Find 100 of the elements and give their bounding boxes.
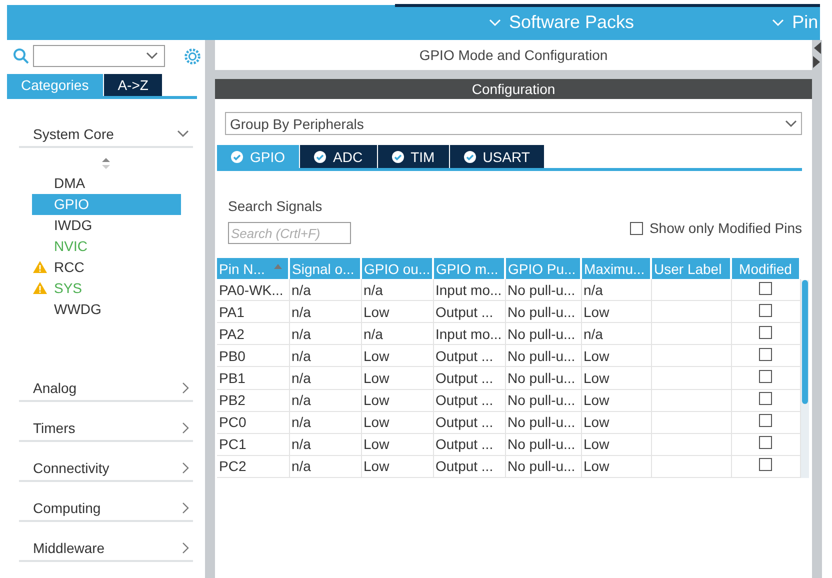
panel-title: GPIO Mode and Configuration [418, 46, 609, 65]
warning-icon [33, 261, 47, 273]
chevron-right-icon [182, 462, 189, 474]
peripheral-tab[interactable]: USART [450, 145, 544, 168]
table-cell: n/a [289, 344, 361, 367]
group-dropdown[interactable]: Group By Peripherals [225, 112, 802, 135]
category-header[interactable]: Analog [19, 372, 193, 402]
table-cell: n/a [289, 389, 361, 412]
table-cell: Low [581, 300, 651, 323]
table-cell: n/a [581, 279, 651, 301]
checkbox[interactable] [759, 436, 772, 450]
peripheral-item[interactable]: WWDG [32, 299, 106, 320]
chevron-right-icon [182, 382, 189, 394]
scrollbar[interactable] [801, 280, 809, 478]
checkbox[interactable] [759, 348, 772, 361]
checkbox[interactable] [759, 326, 772, 339]
table-cell: Input mo... [433, 322, 505, 345]
peripheral-item[interactable]: RCC [32, 257, 88, 278]
table-cell: Low [581, 455, 651, 478]
search-icon[interactable] [13, 48, 29, 64]
table-cell: Low [361, 433, 433, 456]
checkbox[interactable] [759, 414, 772, 428]
table-cell: No pull-u... [505, 389, 581, 412]
table-cell: n/a [361, 322, 433, 345]
table-cell: No pull-u... [505, 344, 581, 367]
search-field[interactable] [33, 45, 165, 67]
table-cell: n/a [289, 300, 361, 323]
table-cell: Output ... [433, 300, 505, 323]
category-header[interactable]: Middleware [19, 532, 193, 562]
chevron-right-icon [182, 542, 189, 554]
table-cell: Low [581, 366, 651, 390]
chevron-right-icon [182, 422, 189, 434]
peripheral-tab[interactable]: ADC [300, 145, 377, 168]
table-cell: No pull-u... [505, 322, 581, 345]
table-cell: Output ... [433, 411, 505, 434]
checkbox[interactable] [759, 458, 772, 472]
table-cell: PC0 [217, 411, 289, 434]
table-cell: Low [361, 344, 433, 367]
settings-icon[interactable] [183, 46, 202, 66]
category-header[interactable]: Computing [19, 492, 193, 522]
table-cell: No pull-u... [505, 411, 581, 434]
table-cell: PA1 [217, 300, 289, 323]
table-cell: PB0 [217, 344, 289, 367]
table-cell: PA2 [217, 322, 289, 345]
table-cell: n/a [289, 322, 361, 345]
check-circle-icon [231, 150, 243, 162]
table-cell: Output ... [433, 433, 505, 456]
checkbox[interactable] [630, 222, 644, 234]
peripheral-item[interactable]: IWDG [32, 215, 96, 236]
check-circle-icon [314, 150, 326, 162]
table-cell: n/a [289, 455, 361, 478]
table-cell: No pull-u... [505, 366, 581, 390]
table-cell: Low [581, 433, 651, 456]
table-cell: Output ... [433, 455, 505, 478]
table-cell: n/a [289, 279, 361, 301]
chevron-down-icon [772, 18, 784, 26]
category-header[interactable]: Timers [19, 412, 193, 442]
table-cell: No pull-u... [505, 433, 581, 456]
collapse-arrows-icon[interactable] [813, 40, 821, 70]
category-header[interactable]: System Core [19, 118, 193, 148]
search-field[interactable]: Search (Crtl+F) [228, 222, 351, 244]
table-cell: PC2 [217, 455, 289, 478]
table-cell: Output ... [433, 344, 505, 367]
table-cell: Low [361, 389, 433, 412]
table-cell: Output ... [433, 389, 505, 412]
table-cell: n/a [289, 411, 361, 434]
table-cell: Low [361, 366, 433, 390]
search-label: Search Signals [228, 198, 324, 214]
table-cell: Low [361, 411, 433, 434]
chevron-down-icon [489, 18, 501, 26]
table-cell: PB1 [217, 366, 289, 390]
table-cell: n/a [581, 322, 651, 345]
table-cell: PB2 [217, 389, 289, 412]
table-cell: Low [581, 344, 651, 367]
sidebar-tab[interactable]: A->Z [104, 74, 162, 96]
chevron-right-icon [182, 502, 189, 514]
table-cell: No pull-u... [505, 455, 581, 478]
table-cell: PC1 [217, 433, 289, 456]
peripheral-tab[interactable]: TIM [378, 145, 449, 168]
table-cell: No pull-u... [505, 279, 581, 301]
checkbox[interactable] [759, 282, 772, 295]
check-circle-icon [392, 150, 404, 162]
section-header: Configuration [215, 79, 812, 99]
chevron-down-icon [146, 52, 158, 60]
checkbox-label: Show only Modified Pins [649, 220, 802, 236]
table-cell: No pull-u... [505, 300, 581, 323]
chevron-down-icon [177, 130, 189, 138]
table-cell: Low [361, 455, 433, 478]
peripheral-item[interactable]: DMA [32, 173, 90, 194]
table-cell: Output ... [433, 366, 505, 390]
category-header[interactable]: Connectivity [19, 452, 193, 482]
warning-icon [33, 282, 47, 294]
checkbox[interactable] [759, 392, 772, 406]
check-circle-icon [464, 150, 476, 162]
checkbox[interactable] [759, 370, 772, 384]
table-cell: n/a [361, 279, 433, 301]
checkbox[interactable] [759, 304, 772, 317]
sort-icon[interactable] [102, 158, 110, 169]
sort-arrow-icon [274, 264, 282, 269]
table-cell: Low [361, 300, 433, 323]
